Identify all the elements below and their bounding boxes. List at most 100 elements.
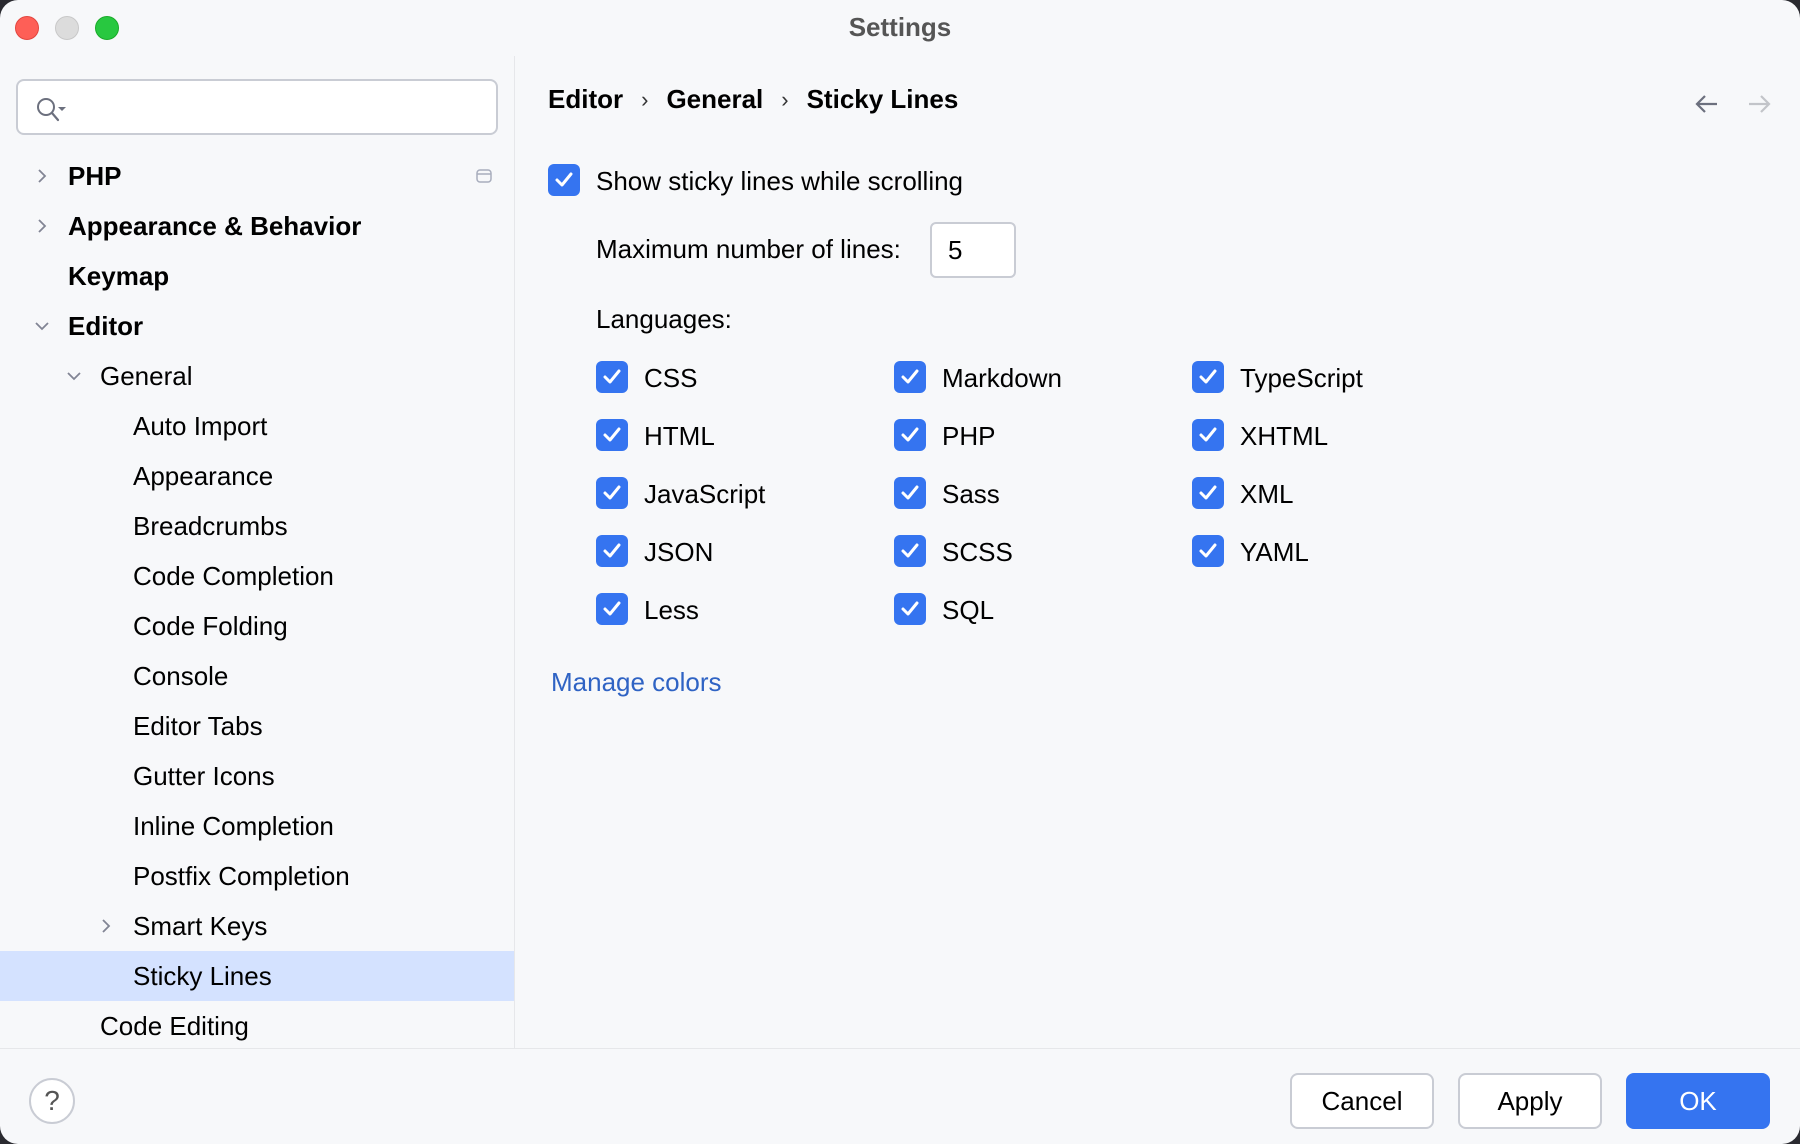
sidebar-item-smart-keys[interactable]: Smart Keys	[0, 901, 514, 951]
sidebar-item-console[interactable]: Console	[0, 651, 514, 701]
chevron-right-icon[interactable]	[33, 167, 51, 185]
checkmark-icon	[1199, 427, 1217, 442]
checkmark-icon	[901, 369, 919, 384]
language-label[interactable]: CSS	[644, 363, 697, 394]
sidebar-item-code-folding[interactable]: Code Folding	[0, 601, 514, 651]
manage-colors-link[interactable]: Manage colors	[551, 667, 722, 698]
chevron-down-icon[interactable]	[65, 367, 83, 385]
language-label[interactable]: PHP	[942, 421, 995, 452]
sidebar-item-label: Inline Completion	[133, 810, 334, 841]
apply-button[interactable]: Apply	[1458, 1073, 1602, 1129]
language-checkbox-html[interactable]	[596, 419, 628, 451]
breadcrumb-item-editor[interactable]: Editor	[548, 84, 623, 115]
language-checkbox-php[interactable]	[894, 419, 926, 451]
language-label[interactable]: YAML	[1240, 537, 1309, 568]
language-checkbox-sass[interactable]	[894, 477, 926, 509]
checkmark-icon	[901, 485, 919, 500]
cancel-button[interactable]: Cancel	[1290, 1073, 1434, 1129]
checkmark-icon	[603, 485, 621, 500]
sidebar-item-appearance-behavior[interactable]: Appearance & Behavior	[0, 201, 514, 251]
sidebar-item-keymap[interactable]: Keymap	[0, 251, 514, 301]
checkmark-icon	[603, 601, 621, 616]
sidebar-item-auto-import[interactable]: Auto Import	[0, 401, 514, 451]
language-checkbox-less[interactable]	[596, 593, 628, 625]
chevron-down-icon[interactable]	[33, 317, 51, 335]
language-label[interactable]: Sass	[942, 479, 1000, 510]
show-sticky-lines-label[interactable]: Show sticky lines while scrolling	[596, 166, 963, 197]
project-level-icon	[476, 169, 492, 183]
checkmark-icon	[901, 543, 919, 558]
language-label[interactable]: XHTML	[1240, 421, 1328, 452]
chevron-right-icon[interactable]	[33, 217, 51, 235]
sidebar-item-editor-tabs[interactable]: Editor Tabs	[0, 701, 514, 751]
window-title: Settings	[848, 12, 952, 42]
language-label[interactable]: SCSS	[942, 537, 1013, 568]
help-button[interactable]: ?	[29, 1078, 75, 1124]
language-label[interactable]: Less	[644, 595, 699, 626]
sidebar-item-label: PHP	[68, 160, 122, 191]
sidebar-item-general[interactable]: General	[0, 351, 514, 401]
footer-divider	[0, 1048, 1800, 1049]
sidebar-item-php[interactable]: PHP	[0, 151, 514, 201]
sidebar-item-label: Appearance & Behavior	[68, 210, 362, 241]
breadcrumb-item-sticky-lines: Sticky Lines	[806, 84, 959, 114]
sidebar-item-gutter-icons[interactable]: Gutter Icons	[0, 751, 514, 801]
sidebar-item-label: Code Editing	[100, 1010, 249, 1041]
sidebar-item-editor[interactable]: Editor	[0, 301, 514, 351]
language-label[interactable]: XML	[1240, 479, 1293, 510]
language-checkbox-typescript[interactable]	[1192, 361, 1224, 393]
language-checkbox-scss[interactable]	[894, 535, 926, 567]
checkmark-icon	[603, 543, 621, 558]
sidebar-item-inline-completion[interactable]: Inline Completion	[0, 801, 514, 851]
question-mark-icon: ?	[44, 1085, 60, 1116]
sidebar-item-label: Sticky Lines	[133, 960, 272, 991]
sidebar-item-label: Appearance	[133, 460, 274, 491]
language-checkbox-xhtml[interactable]	[1192, 419, 1224, 451]
sidebar-item-postfix-completion[interactable]: Postfix Completion	[0, 851, 514, 901]
settings-sidebar: PHP Appearance & Behavior Keymap Editor Gene…	[0, 56, 514, 1048]
language-checkbox-sql[interactable]	[894, 593, 926, 625]
forward-arrow-icon[interactable]	[1745, 92, 1773, 116]
breadcrumb: Editor › General › Sticky Lines	[548, 84, 958, 115]
title-bar: Settings	[0, 0, 1800, 56]
language-label[interactable]: HTML	[644, 421, 715, 452]
settings-content: Editor › General › Sticky Lines Show sti…	[515, 56, 1800, 1048]
language-label[interactable]: JavaScript	[644, 479, 765, 510]
sidebar-item-label: Code Completion	[133, 560, 334, 591]
language-checkbox-json[interactable]	[596, 535, 628, 567]
settings-search-input[interactable]	[16, 79, 498, 135]
ok-button[interactable]: OK	[1626, 1073, 1770, 1129]
sidebar-item-breadcrumbs[interactable]: Breadcrumbs	[0, 501, 514, 551]
sidebar-item-appearance[interactable]: Appearance	[0, 451, 514, 501]
search-icon	[37, 98, 66, 122]
breadcrumb-separator: ›	[641, 86, 649, 112]
chevron-right-icon[interactable]	[97, 917, 115, 935]
max-lines-input[interactable]	[930, 222, 1016, 278]
breadcrumb-item-general[interactable]: General	[666, 84, 763, 115]
checkmark-icon	[603, 369, 621, 384]
settings-window: Settings PHP Appearance & Behavior Keymap E…	[0, 0, 1800, 1144]
back-arrow-icon[interactable]	[1693, 92, 1721, 116]
show-sticky-lines-checkbox[interactable]	[548, 164, 580, 196]
language-label[interactable]: SQL	[942, 595, 994, 626]
checkmark-icon	[1199, 369, 1217, 384]
language-checkbox-yaml[interactable]	[1192, 535, 1224, 567]
checkmark-icon	[1199, 485, 1217, 500]
language-label[interactable]: JSON	[644, 537, 713, 568]
sidebar-item-code-completion[interactable]: Code Completion	[0, 551, 514, 601]
sidebar-item-label: Postfix Completion	[133, 860, 350, 891]
language-checkbox-javascript[interactable]	[596, 477, 628, 509]
sidebar-item-label: Editor Tabs	[133, 710, 263, 741]
checkmark-icon	[901, 427, 919, 442]
language-label[interactable]: Markdown	[942, 363, 1062, 394]
sidebar-item-sticky-lines[interactable]: Sticky Lines	[0, 951, 514, 1001]
sidebar-item-label: Auto Import	[133, 410, 268, 441]
sidebar-item-label: Breadcrumbs	[133, 510, 288, 541]
sidebar-item-label: Console	[133, 660, 229, 691]
language-label[interactable]: TypeScript	[1240, 363, 1363, 394]
settings-tree: PHP Appearance & Behavior Keymap Editor Gene…	[0, 151, 514, 1051]
language-checkbox-xml[interactable]	[1192, 477, 1224, 509]
sidebar-item-code-editing[interactable]: Code Editing	[0, 1001, 514, 1051]
language-checkbox-css[interactable]	[596, 361, 628, 393]
language-checkbox-markdown[interactable]	[894, 361, 926, 393]
